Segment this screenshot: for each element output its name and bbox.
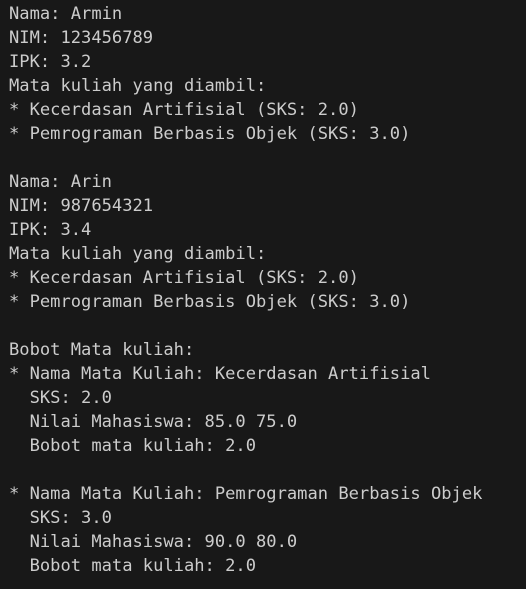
- output-line: * Nama Mata Kuliah: Pemrograman Berbasis…: [9, 484, 483, 504]
- output-line: Mata kuliah yang diambil:: [9, 244, 267, 264]
- output-line: SKS: 2.0: [9, 388, 112, 408]
- output-line: * Pemrograman Berbasis Objek (SKS: 3.0): [9, 124, 411, 144]
- output-line: Bobot Mata kuliah:: [9, 340, 195, 360]
- output-line: Mata kuliah yang diambil:: [9, 76, 267, 96]
- output-line: NIM: 987654321: [9, 196, 154, 216]
- output-line: Nilai Mahasiswa: 90.0 80.0: [9, 532, 298, 552]
- output-line: * Kecerdasan Artifisial (SKS: 2.0): [9, 100, 359, 120]
- output-line: Bobot mata kuliah: 2.0: [9, 556, 256, 576]
- output-line: * Nama Mata Kuliah: Kecerdasan Artifisia…: [9, 364, 431, 384]
- output-line: * Pemrograman Berbasis Objek (SKS: 3.0): [9, 292, 411, 312]
- output-line: * Kecerdasan Artifisial (SKS: 2.0): [9, 268, 359, 288]
- output-line: IPK: 3.4: [9, 220, 92, 240]
- terminal-output: Nama: Armin NIM: 123456789 IPK: 3.2 Mata…: [0, 0, 526, 589]
- output-line: Nama: Armin: [9, 4, 123, 24]
- output-line: Nilai Mahasiswa: 85.0 75.0: [9, 412, 298, 432]
- output-line: NIM: 123456789: [9, 28, 154, 48]
- output-line: IPK: 3.2: [9, 52, 92, 72]
- output-line: Nama: Arin: [9, 172, 112, 192]
- output-line: SKS: 3.0: [9, 508, 112, 528]
- output-line: Bobot mata kuliah: 2.0: [9, 436, 256, 456]
